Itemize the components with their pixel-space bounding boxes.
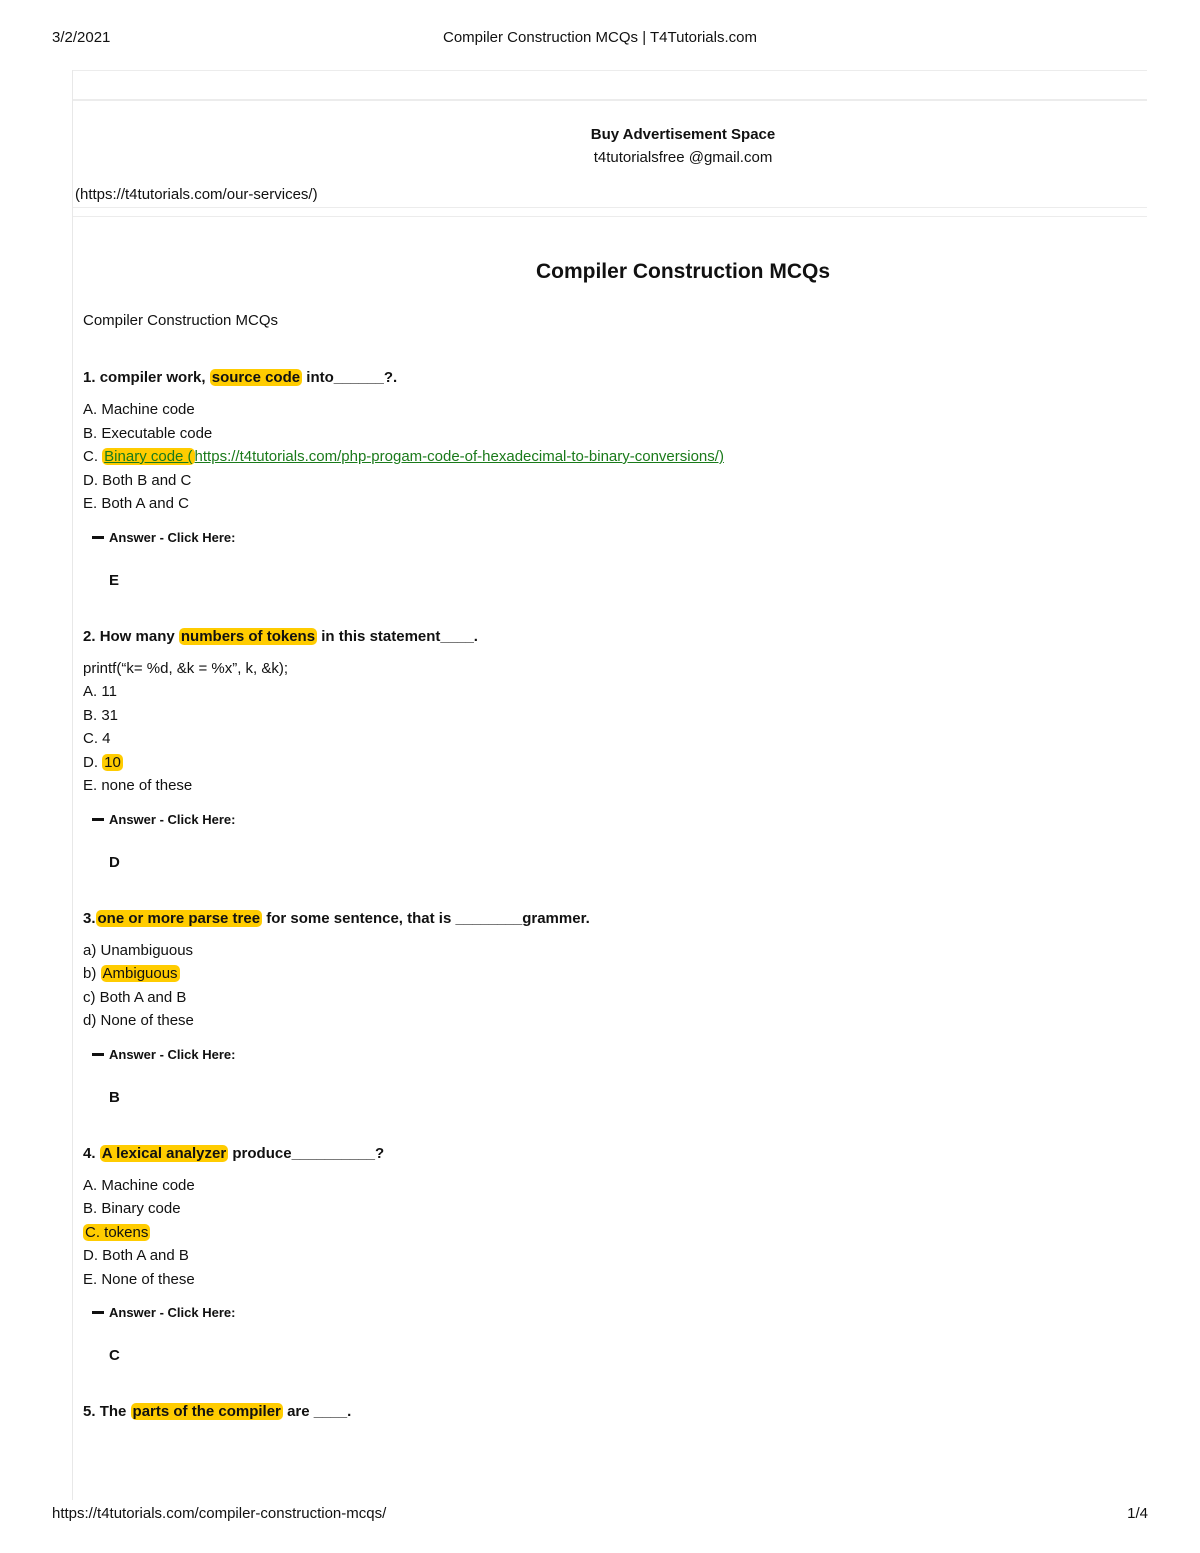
question-2: 2. How many numbers of tokens in this st… <box>83 625 1147 871</box>
page-subtitle: Compiler Construction MCQs <box>83 312 279 329</box>
option: E. Both A and C <box>83 495 189 512</box>
answer-value: E <box>109 571 120 589</box>
highlight: C. tokens <box>83 1223 151 1241</box>
answer-toggle[interactable]: Answer - Click Here: <box>92 812 1147 827</box>
divider <box>73 70 1147 71</box>
minus-icon <box>92 535 104 539</box>
question-5: 5. The parts of the compiler are ____. <box>83 1400 1147 1424</box>
option: A. Machine code <box>83 401 195 418</box>
highlight: A lexical analyzer <box>99 1144 229 1162</box>
page-content: Buy Advertisement Space t4tutorialsfree … <box>72 70 1147 1500</box>
option: A. 11 <box>83 683 117 700</box>
code-snippet: printf(“k= %d, &k = %x”, k, &k); <box>83 659 289 677</box>
highlight: Ambiguous <box>100 965 180 982</box>
option: D. 10 <box>83 753 123 771</box>
question-4: 4. A lexical analyzer produce__________?… <box>83 1142 1147 1364</box>
options: printf(“k= %d, &k = %x”, k, &k); A. 11 B… <box>83 657 1147 798</box>
option: E. None of these <box>83 1270 195 1288</box>
option: c) Both A and B <box>83 988 187 1006</box>
highlight: source code <box>209 369 303 386</box>
print-page-number: 1/4 <box>1127 1505 1148 1522</box>
options: a) Unambiguous b) Ambiguous c) Both A an… <box>83 939 1147 1033</box>
binary-code-url-link[interactable]: https://t4tutorials.com/php-progam-code-… <box>195 448 724 465</box>
ad-email[interactable]: t4tutorialsfree @gmail.com <box>219 149 1147 166</box>
page-title: Compiler Construction MCQs <box>535 260 830 283</box>
highlight: parts of the compiler <box>130 1403 283 1420</box>
question-text: 1. compiler work, source code into______… <box>83 369 398 386</box>
highlight: one or more parse tree <box>95 909 263 927</box>
ad-title[interactable]: Buy Advertisement Space <box>219 126 1147 143</box>
print-page-title: Compiler Construction MCQs | T4Tutorials… <box>443 29 757 46</box>
ad-block: Buy Advertisement Space t4tutorialsfree … <box>73 126 1147 166</box>
binary-code-link[interactable]: Binary code ( <box>102 448 195 465</box>
question-text: 4. A lexical analyzer produce__________? <box>83 1144 385 1162</box>
highlight: 10 <box>102 753 123 771</box>
option: B. Binary code <box>83 1200 181 1217</box>
options: A. Machine code B. Executable code C. Bi… <box>83 398 1147 516</box>
divider <box>73 99 1147 101</box>
answer-toggle[interactable]: Answer - Click Here: <box>92 1305 1147 1320</box>
print-url: https://t4tutorials.com/compiler-constru… <box>52 1505 387 1522</box>
answer-toggle[interactable]: Answer - Click Here: <box>92 1047 1147 1062</box>
option: C. 4 <box>83 730 111 747</box>
answer-toggle[interactable]: Answer - Click Here: <box>92 530 1147 545</box>
answer-value: C <box>109 1347 120 1364</box>
divider <box>73 216 1147 217</box>
answer-value: D <box>109 853 120 871</box>
minus-icon <box>92 1052 104 1056</box>
option: C. Binary code (https://t4tutorials.com/… <box>83 448 724 465</box>
option: D. Both A and B <box>83 1247 189 1264</box>
question-text: 3. one or more parse tree for some senten… <box>83 909 590 927</box>
option: D. Both B and C <box>83 471 192 489</box>
mcq-list: 1. compiler work, source code into______… <box>83 366 1147 1460</box>
option: C. tokens <box>83 1221 1147 1245</box>
question-1: 1. compiler work, source code into______… <box>83 366 1147 589</box>
answer-value: B <box>109 1088 120 1106</box>
highlight: numbers of tokens <box>178 627 318 645</box>
minus-icon <box>92 817 104 821</box>
option: A. Machine code <box>83 1176 195 1194</box>
divider <box>73 207 1147 208</box>
options: A. Machine code B. Binary code C. tokens… <box>83 1174 1147 1292</box>
option: E. none of these <box>83 777 193 794</box>
question-3: 3. one or more parse tree for some senten… <box>83 907 1147 1106</box>
option: B. 31 <box>83 706 119 724</box>
option: a) Unambiguous <box>83 941 194 959</box>
question-text: 5. The parts of the compiler are ____. <box>83 1403 352 1420</box>
option: b) Ambiguous <box>83 965 180 982</box>
question-text: 2. How many numbers of tokens in this st… <box>83 627 478 645</box>
ad-link[interactable]: (https://t4tutorials.com/our-services/) <box>75 186 318 203</box>
option: d) None of these <box>83 1012 194 1029</box>
minus-icon <box>92 1311 104 1314</box>
option: B. Executable code <box>83 424 213 442</box>
